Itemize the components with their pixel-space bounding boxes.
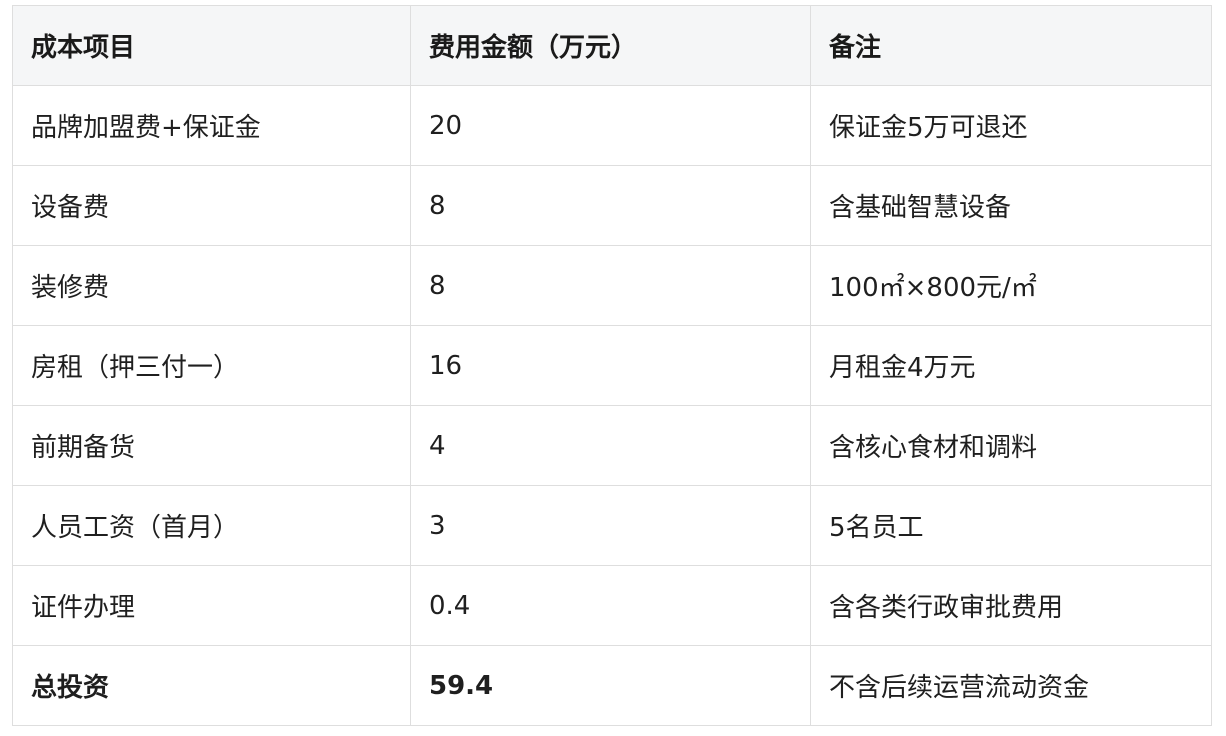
cost-table: 成本项目 费用金额（万元） 备注 品牌加盟费+保证金 20 保证金5万可退还 设… (12, 5, 1212, 726)
table-row: 前期备货 4 含核心食材和调料 (12, 405, 1212, 486)
total-amount: 59.4 (410, 645, 811, 726)
cell-item: 房租（押三付一） (12, 325, 411, 406)
cell-note: 含基础智慧设备 (810, 165, 1212, 246)
header-note: 备注 (810, 5, 1212, 86)
table-row: 证件办理 0.4 含各类行政审批费用 (12, 565, 1212, 646)
cell-note: 含各类行政审批费用 (810, 565, 1212, 646)
table-row: 人员工资（首月） 3 5名员工 (12, 485, 1212, 566)
total-note: 不含后续运营流动资金 (810, 645, 1212, 726)
table-row: 装修费 8 100㎡×800元/㎡ (12, 245, 1212, 326)
cell-amount: 20 (410, 85, 811, 166)
cell-note: 100㎡×800元/㎡ (810, 245, 1212, 326)
cell-amount: 0.4 (410, 565, 811, 646)
cell-item: 前期备货 (12, 405, 411, 486)
table-row: 品牌加盟费+保证金 20 保证金5万可退还 (12, 85, 1212, 166)
total-label: 总投资 (12, 645, 411, 726)
header-amount: 费用金额（万元） (410, 5, 811, 86)
cell-amount: 4 (410, 405, 811, 486)
table-header-row: 成本项目 费用金额（万元） 备注 (12, 5, 1212, 86)
header-cost-item: 成本项目 (12, 5, 411, 86)
table-row: 设备费 8 含基础智慧设备 (12, 165, 1212, 246)
cell-amount: 3 (410, 485, 811, 566)
cell-item: 设备费 (12, 165, 411, 246)
cell-amount: 8 (410, 165, 811, 246)
cell-item: 品牌加盟费+保证金 (12, 85, 411, 166)
table-row: 房租（押三付一） 16 月租金4万元 (12, 325, 1212, 406)
cell-note: 月租金4万元 (810, 325, 1212, 406)
cell-item: 证件办理 (12, 565, 411, 646)
cell-note: 保证金5万可退还 (810, 85, 1212, 166)
cell-note: 5名员工 (810, 485, 1212, 566)
cell-item: 装修费 (12, 245, 411, 326)
cell-amount: 8 (410, 245, 811, 326)
cost-table-container: 成本项目 费用金额（万元） 备注 品牌加盟费+保证金 20 保证金5万可退还 设… (12, 5, 1212, 726)
cell-note: 含核心食材和调料 (810, 405, 1212, 486)
cell-amount: 16 (410, 325, 811, 406)
total-row: 总投资 59.4 不含后续运营流动资金 (12, 645, 1212, 726)
cell-item: 人员工资（首月） (12, 485, 411, 566)
